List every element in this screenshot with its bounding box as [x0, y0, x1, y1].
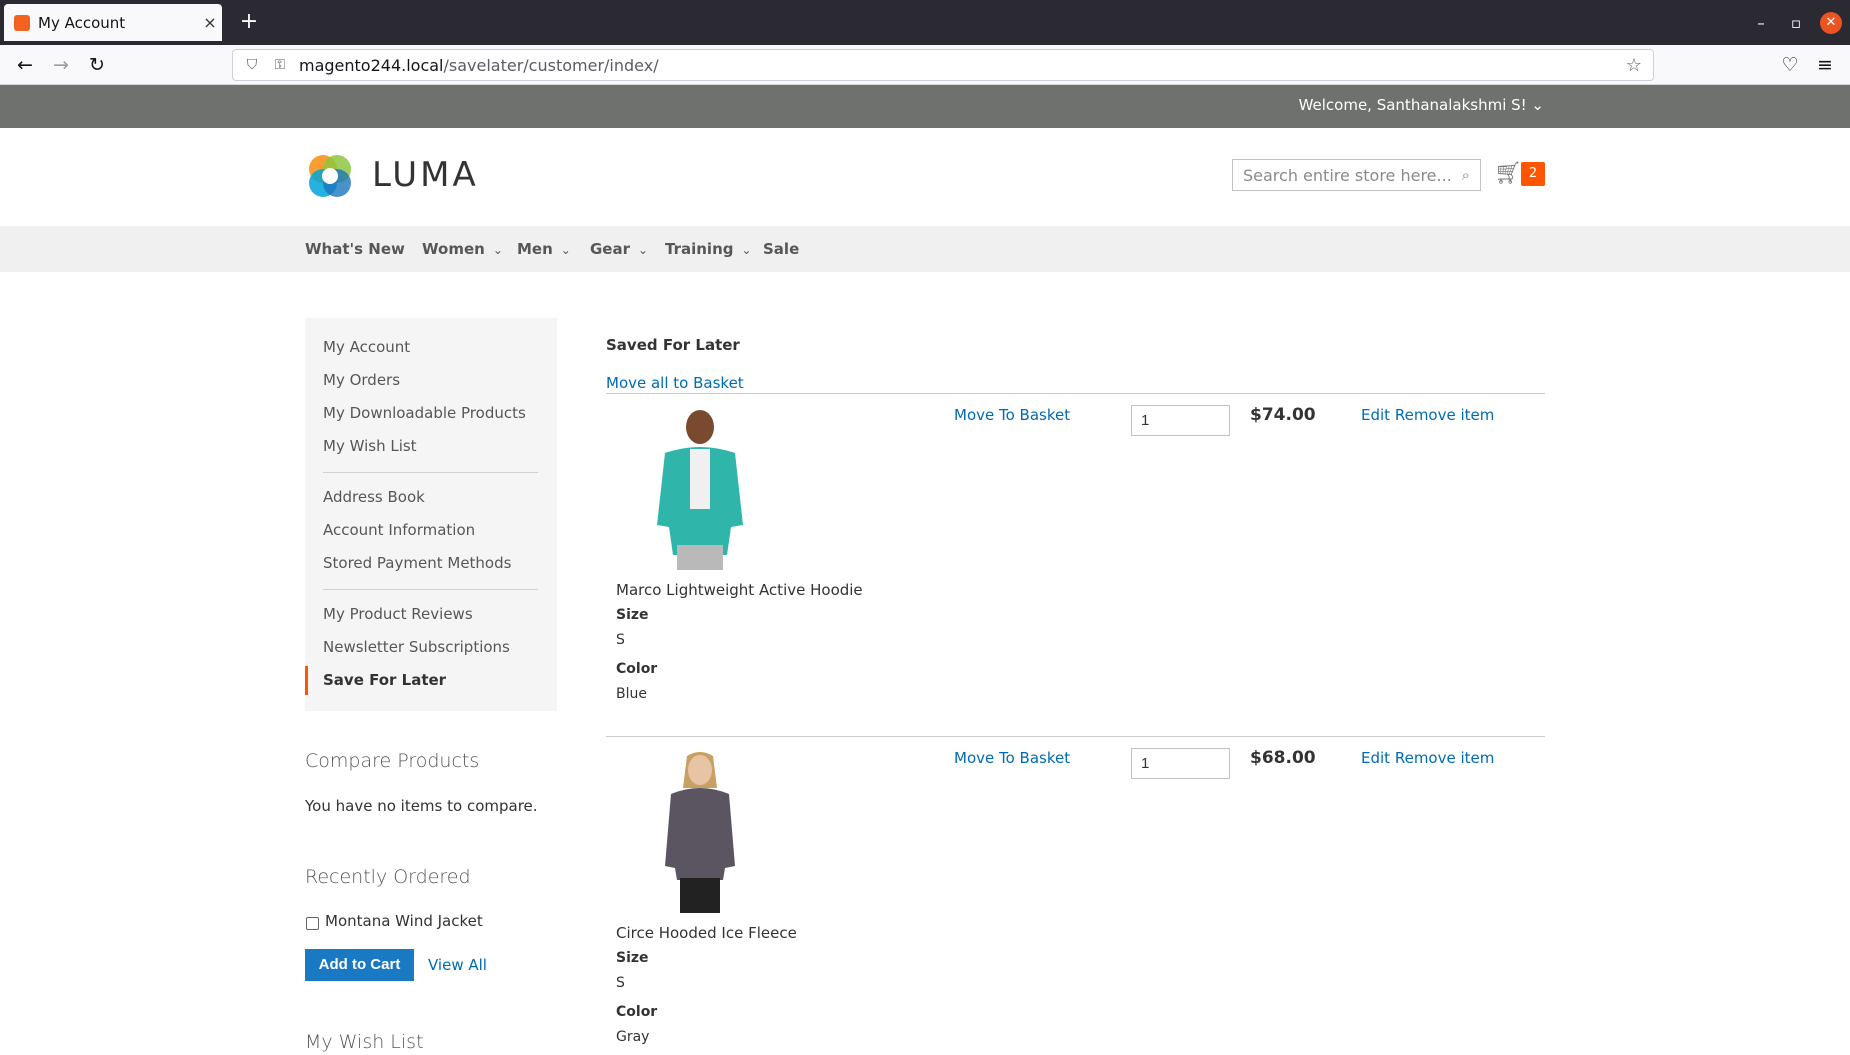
move-to-basket-link[interactable]: Move To Basket [954, 749, 1070, 767]
shield-icon: ⛉ [246, 57, 258, 73]
address-bar[interactable]: ⛉ ⚿ magento244.local /savelater/customer… [232, 49, 1654, 81]
url-host: magento244.local [299, 55, 444, 75]
sidebar-item-my-account[interactable]: My Account [323, 338, 410, 356]
sidebar-divider [323, 472, 538, 473]
quantity-input[interactable] [1131, 405, 1230, 436]
size-label: Size [616, 950, 649, 966]
size-label: Size [616, 607, 649, 623]
bookmark-star-icon[interactable]: ☆ [1625, 55, 1643, 76]
sidebar-item-my-wish-list[interactable]: My Wish List [323, 437, 417, 455]
edit-link[interactable]: Edit [1361, 406, 1390, 424]
sidebar-divider [323, 589, 538, 590]
product-name[interactable]: Marco Lightweight Active Hoodie [616, 581, 863, 599]
forward-icon[interactable]: → [46, 50, 76, 80]
product-image[interactable] [635, 748, 765, 913]
recently-ordered-title: Recently Ordered [305, 866, 471, 888]
reload-icon[interactable]: ↻ [82, 50, 112, 80]
tab-title: My Account [38, 13, 126, 32]
chevron-down-icon: ⌄ [492, 243, 503, 257]
window-close-icon[interactable]: ✕ [1820, 12, 1842, 34]
search-placeholder: Search entire store here... [1243, 165, 1452, 185]
search-input[interactable]: Search entire store here... ⌕ [1232, 159, 1481, 191]
back-icon[interactable]: ← [10, 50, 40, 80]
size-value: S [616, 975, 625, 991]
edit-link[interactable]: Edit [1361, 749, 1390, 767]
sidebar-item-stored-payment-methods[interactable]: Stored Payment Methods [323, 554, 511, 572]
logo-text[interactable]: LUMA [372, 155, 479, 195]
luma-logo-icon[interactable] [305, 151, 355, 201]
recently-ordered-checkbox[interactable] [306, 917, 319, 930]
quantity-input[interactable] [1131, 748, 1230, 779]
main-navigation [0, 226, 1850, 272]
nav-item-whats-new[interactable]: What's New [305, 240, 405, 258]
move-all-to-basket-link[interactable]: Move all to Basket [606, 374, 744, 392]
compare-products-title: Compare Products [305, 750, 480, 772]
nav-item-sale[interactable]: Sale [763, 240, 799, 258]
lock-icon: ⚿ [274, 57, 286, 73]
color-value: Gray [616, 1029, 650, 1045]
sidebar-item-account-information[interactable]: Account Information [323, 521, 475, 539]
browser-tab[interactable]: My Account × [4, 4, 222, 41]
nav-item-women[interactable]: Women ⌄ [422, 240, 503, 258]
nav-item-gear[interactable]: Gear ⌄ [590, 240, 648, 258]
minimize-icon[interactable]: – [1750, 12, 1772, 34]
close-tab-icon[interactable]: × [198, 13, 222, 32]
product-price: $74.00 [1250, 405, 1316, 425]
chevron-down-icon: ⌄ [638, 243, 649, 257]
cart-count-badge[interactable]: 2 [1521, 162, 1545, 186]
active-indicator [305, 666, 308, 695]
menu-icon[interactable]: ≡ [1810, 50, 1840, 80]
url-path: /savelater/customer/index/ [443, 55, 659, 75]
color-label: Color [616, 1004, 658, 1020]
product-price: $68.00 [1250, 748, 1316, 768]
sidebar-item-save-for-later[interactable]: Save For Later [323, 671, 446, 689]
sidebar-item-newsletter-subscriptions[interactable]: Newsletter Subscriptions [323, 638, 510, 656]
new-tab-icon[interactable]: + [236, 9, 262, 35]
sidebar-item-my-orders[interactable]: My Orders [323, 371, 400, 389]
remove-item-link[interactable]: Remove item [1395, 749, 1495, 767]
chevron-down-icon: ⌄ [741, 243, 752, 257]
wish-list-title: My Wish List [305, 1031, 424, 1053]
product-image[interactable] [635, 405, 765, 570]
color-label: Color [616, 661, 658, 677]
cart-icon[interactable]: 🛒︎ [1494, 161, 1522, 186]
item-actions: Edit Remove item [1361, 406, 1494, 424]
compare-empty-text: You have no items to compare. [305, 797, 538, 815]
view-all-link[interactable]: View All [428, 956, 487, 974]
sidebar-item-product-reviews[interactable]: My Product Reviews [323, 605, 473, 623]
welcome-dropdown[interactable]: Welcome, Santhanalakshmi S! ⌄ [1299, 96, 1544, 114]
pocket-icon[interactable]: ♡ [1775, 50, 1805, 80]
item-actions: Edit Remove item [1361, 749, 1494, 767]
recently-ordered-item[interactable]: Montana Wind Jacket [325, 912, 483, 930]
move-to-basket-link[interactable]: Move To Basket [954, 406, 1070, 424]
add-to-cart-button[interactable]: Add to Cart [305, 949, 414, 981]
row-divider [606, 736, 1545, 737]
page-title: Saved For Later [606, 336, 740, 354]
sidebar-item-address-book[interactable]: Address Book [323, 488, 425, 506]
nav-item-training[interactable]: Training ⌄ [665, 240, 752, 258]
restore-icon[interactable]: ▫ [1785, 12, 1807, 34]
nav-item-men[interactable]: Men ⌄ [517, 240, 571, 258]
color-value: Blue [616, 686, 647, 702]
sidebar-item-downloadable-products[interactable]: My Downloadable Products [323, 404, 526, 422]
store-topbar [0, 85, 1850, 128]
search-icon[interactable]: ⌕ [1462, 166, 1470, 184]
chevron-down-icon: ⌄ [560, 243, 571, 257]
product-name[interactable]: Circe Hooded Ice Fleece [616, 924, 797, 942]
remove-item-link[interactable]: Remove item [1395, 406, 1495, 424]
magento-favicon-icon [14, 14, 30, 31]
row-divider [606, 393, 1545, 394]
size-value: S [616, 632, 625, 648]
browser-titlebar [0, 0, 1850, 45]
